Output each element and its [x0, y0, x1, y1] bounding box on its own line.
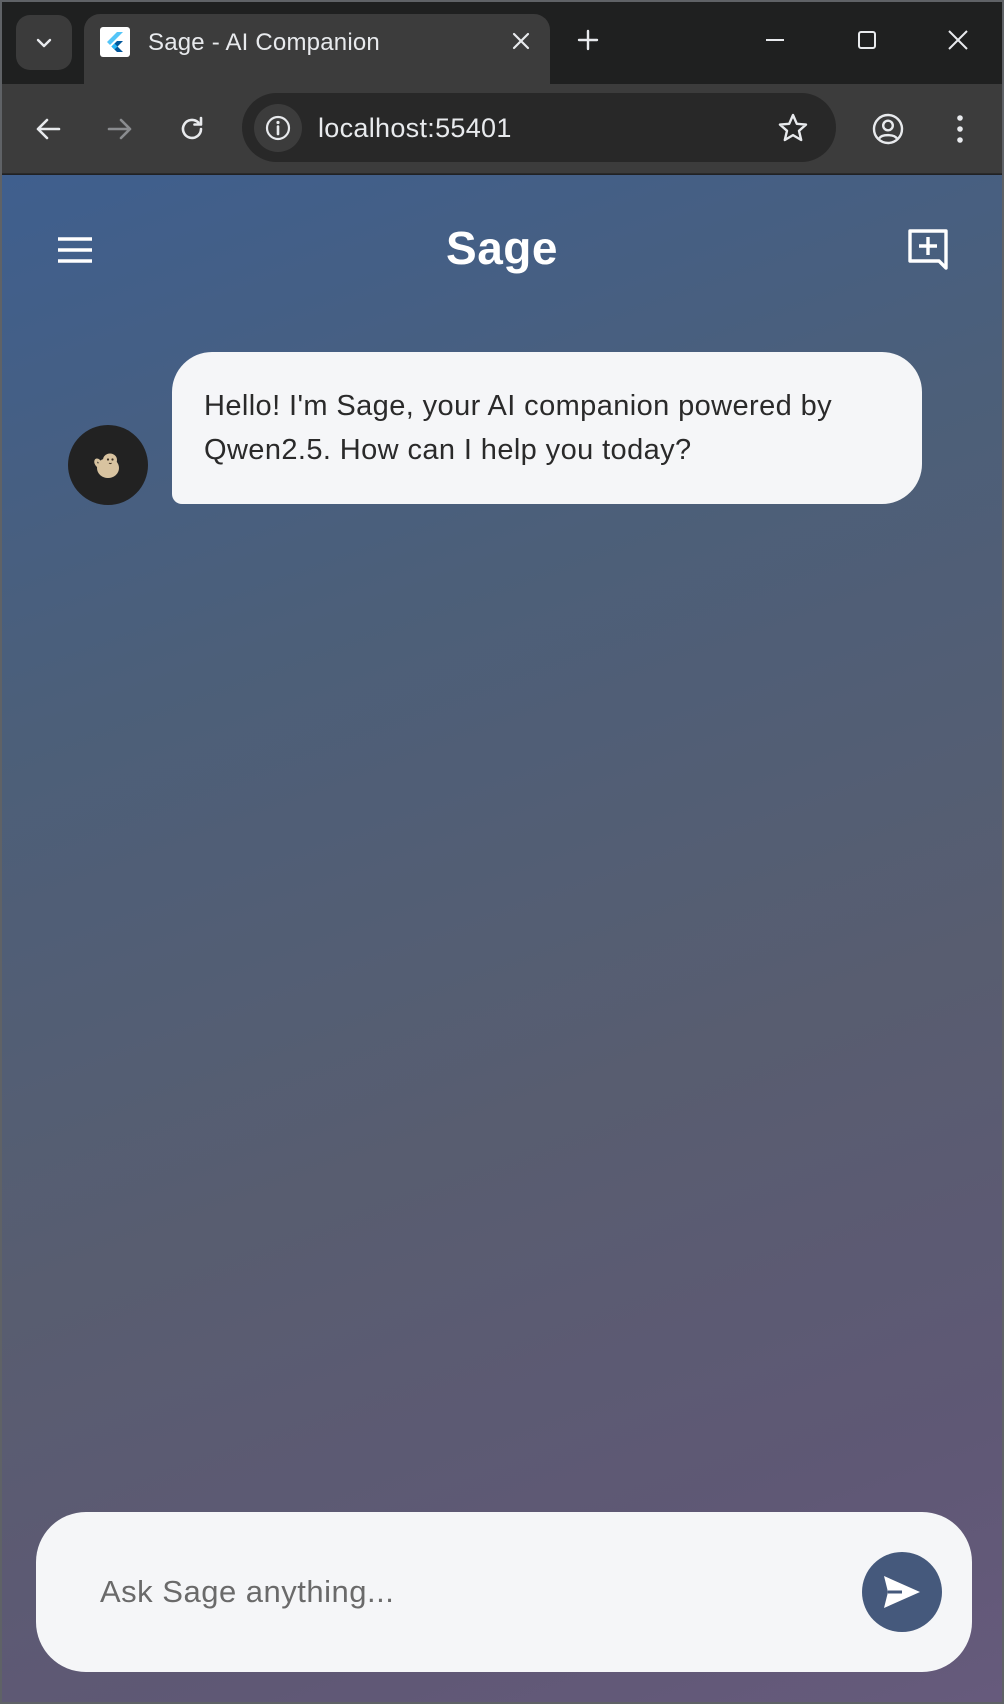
url-text[interactable]: localhost:55401 [318, 113, 512, 144]
sage-mascot-icon [94, 453, 119, 478]
bookmark-button[interactable] [774, 109, 812, 147]
tab-strip: Sage - AI Companion [2, 2, 1002, 86]
star-icon [778, 113, 808, 142]
message-input[interactable] [100, 1564, 800, 1620]
flutter-favicon-icon [100, 27, 130, 57]
sage-avatar [68, 425, 148, 505]
message-composer [36, 1512, 972, 1672]
forward-button[interactable] [98, 107, 142, 151]
site-info-button[interactable] [254, 104, 302, 152]
reload-button[interactable] [170, 107, 214, 151]
address-bar[interactable]: localhost:55401 [242, 93, 836, 162]
assistant-message-bubble: Hello! I'm Sage, your AI companion power… [172, 352, 922, 504]
tab-search-button[interactable] [16, 15, 72, 70]
new-tab-button[interactable] [570, 22, 606, 58]
new-chat-button[interactable] [904, 225, 952, 273]
chat-app: Sage Hello! I'm Sage, your AI companion … [2, 175, 1002, 1702]
chevron-down-icon [36, 38, 52, 47]
close-icon [512, 32, 530, 50]
arrow-left-icon [36, 118, 61, 140]
minimize-button[interactable] [755, 20, 795, 60]
browser-window: Sage - AI Companion localhost:55401 Sage… [0, 0, 1004, 1704]
close-window-button[interactable] [938, 20, 978, 60]
plus-icon [577, 29, 599, 51]
browser-menu-button[interactable] [938, 107, 982, 151]
tab-close-button[interactable] [506, 26, 536, 56]
profile-button[interactable] [866, 107, 910, 151]
send-button[interactable] [862, 1552, 942, 1632]
add-comment-icon [908, 229, 948, 270]
maximize-button[interactable] [847, 20, 887, 60]
close-icon [948, 30, 968, 50]
minimize-icon [766, 39, 784, 41]
account-circle-icon [872, 113, 904, 145]
send-icon [884, 1576, 920, 1608]
tab-title: Sage - AI Companion [148, 29, 380, 56]
info-icon [265, 115, 291, 141]
reload-icon [181, 116, 203, 140]
back-button[interactable] [26, 107, 70, 151]
arrow-right-icon [107, 118, 132, 140]
maximize-icon [858, 31, 876, 49]
app-title: Sage [446, 222, 558, 274]
browser-toolbar: localhost:55401 [2, 84, 1002, 174]
more-vertical-icon [957, 115, 963, 143]
browser-tab-active[interactable]: Sage - AI Companion [84, 14, 550, 86]
